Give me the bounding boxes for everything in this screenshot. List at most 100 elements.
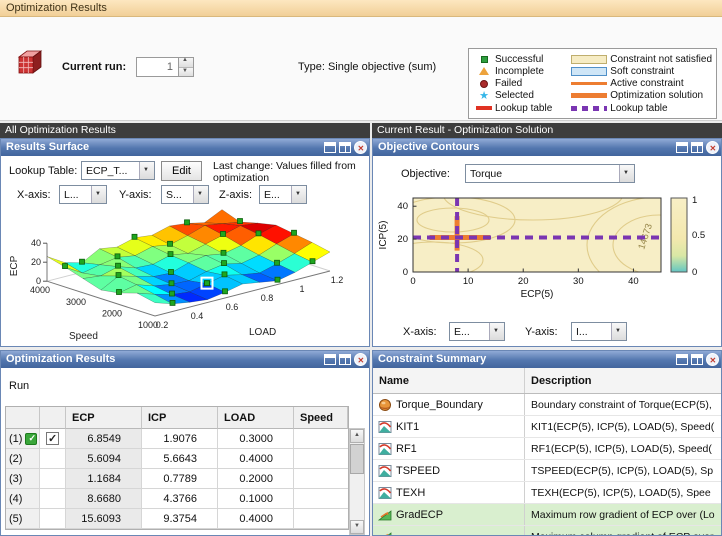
x-axis-label: X-axis: xyxy=(403,326,437,338)
svg-text:4000: 4000 xyxy=(30,285,50,295)
chevron-down-icon[interactable] xyxy=(193,186,208,203)
svg-text:40: 40 xyxy=(397,201,408,212)
edit-button[interactable]: Edit xyxy=(161,161,202,181)
row-id: (3) xyxy=(9,472,23,485)
x-axis-dropdown[interactable]: L... xyxy=(59,185,107,204)
spinner-down-button[interactable] xyxy=(179,67,193,76)
constraint-name: TEXH xyxy=(396,486,426,499)
legend-label: Selected xyxy=(495,90,534,102)
boundary-constraint-icon xyxy=(379,398,391,411)
spinner-up-button[interactable] xyxy=(179,57,193,68)
cell-icp: 1.9076 xyxy=(142,429,218,449)
constraint-row[interactable]: TEXH TEXH(ECP(5), ICP(5), LOAD(5), Spee xyxy=(373,482,721,504)
chevron-down-icon[interactable] xyxy=(291,186,306,203)
scroll-up-button[interactable] xyxy=(350,429,364,443)
panel-title: Optimization Results xyxy=(6,353,116,365)
split-view-icon[interactable] xyxy=(691,354,703,365)
cell-speed xyxy=(294,449,348,469)
contour-x-axis-dropdown[interactable]: E... xyxy=(449,322,505,341)
lookup-table-dashed-icon xyxy=(568,105,610,111)
contour-y-axis-dropdown[interactable]: I... xyxy=(571,322,627,341)
chevron-down-icon[interactable] xyxy=(91,186,106,203)
table-vertical-scrollbar[interactable] xyxy=(349,428,365,535)
svg-text:2000: 2000 xyxy=(102,308,122,318)
close-view-icon[interactable] xyxy=(354,353,367,366)
scroll-thumb[interactable] xyxy=(350,444,364,474)
legend-label: Incomplete xyxy=(495,65,544,77)
legend-label: Lookup table xyxy=(610,102,668,114)
constraint-row-partial[interactable]: Maximum column gradient of ECP over xyxy=(373,526,721,535)
y-axis-dropdown[interactable]: S... xyxy=(161,185,209,204)
last-change-text: Last change: Values filled from optimiza… xyxy=(213,160,356,184)
svg-text:LOAD: LOAD xyxy=(249,327,276,338)
cell-ecp: 15.6093 xyxy=(66,509,142,529)
constraint-table-header: Name Description xyxy=(373,368,721,394)
result-row[interactable]: (5) 15.6093 9.3754 0.4000 xyxy=(6,509,348,529)
constraint-row[interactable]: KIT1 KIT1(ECP(5), ICP(5), LOAD(5), Speed… xyxy=(373,416,721,438)
constraint-description: TEXH(ECP(5), ICP(5), LOAD(5), Spee xyxy=(531,487,711,499)
objective-dropdown[interactable]: Torque xyxy=(465,164,635,183)
toolbar: Current run: 1 Type: Single objective (s… xyxy=(0,17,722,121)
lookup-table-line-icon xyxy=(473,106,495,110)
close-view-icon[interactable] xyxy=(354,141,367,154)
result-row[interactable]: (1) 6.8549 1.9076 0.3000 xyxy=(6,429,348,449)
y-axis-label: Y-axis: xyxy=(525,326,558,338)
column-header-ecp: ECP xyxy=(66,407,142,429)
constraint-name: GradECP xyxy=(396,508,444,521)
maximize-view-icon[interactable] xyxy=(324,354,336,365)
constraint-row-selected[interactable]: GradECP Maximum row gradient of ECP over… xyxy=(373,504,721,526)
scroll-down-button[interactable] xyxy=(350,520,364,534)
window-title: Optimization Results xyxy=(6,2,107,14)
objective-contours-titlebar: Objective Contours xyxy=(373,139,721,156)
maximize-view-icon[interactable] xyxy=(676,354,688,365)
cell-load: 0.4000 xyxy=(218,449,294,469)
close-view-icon[interactable] xyxy=(706,141,719,154)
legend-label: Lookup table xyxy=(495,102,553,114)
svg-text:40: 40 xyxy=(628,276,639,287)
constraint-row[interactable]: RF1 RF1(ECP(5), ICP(5), LOAD(5), Speed( xyxy=(373,438,721,460)
chevron-down-icon[interactable] xyxy=(611,323,626,340)
svg-text:3000: 3000 xyxy=(66,297,86,307)
constraint-description: Boundary constraint of Torque(ECP(5), xyxy=(531,399,712,411)
cell-load: 0.2000 xyxy=(218,469,294,489)
objective-contour-plot[interactable]: 146730 10 20 30 4002040ECP(5)ICP(5)10.50 xyxy=(373,190,721,320)
row-id: (5) xyxy=(9,512,23,525)
model-constraint-icon xyxy=(378,420,392,433)
split-view-icon[interactable] xyxy=(339,142,351,153)
close-view-icon[interactable] xyxy=(706,353,719,366)
optimization-results-titlebar: Optimization Results xyxy=(1,351,369,368)
success-icon xyxy=(25,432,38,445)
constraint-description: Maximum row gradient of ECP over (Lo xyxy=(531,509,715,521)
z-axis-dropdown[interactable]: E... xyxy=(259,185,307,204)
result-row[interactable]: (4) 8.6680 4.3766 0.1000 xyxy=(6,489,348,509)
svg-text:0.4: 0.4 xyxy=(191,311,204,321)
cell-icp: 0.7789 xyxy=(142,469,218,489)
lookup-table-dropdown[interactable]: ECP_T... xyxy=(81,161,155,180)
panel-title: Objective Contours xyxy=(378,141,480,153)
split-view-icon[interactable] xyxy=(691,142,703,153)
window-titlebar[interactable]: Optimization Results xyxy=(0,0,722,17)
chevron-down-icon[interactable] xyxy=(139,162,154,179)
cell-icp: 5.6643 xyxy=(142,449,218,469)
accept-checkbox[interactable] xyxy=(46,432,59,445)
chevron-down-icon[interactable] xyxy=(619,165,634,182)
maximize-view-icon[interactable] xyxy=(324,142,336,153)
result-row[interactable]: (2) 5.6094 5.6643 0.4000 xyxy=(6,449,348,469)
constraint-row[interactable]: Torque_Boundary Boundary constraint of T… xyxy=(373,394,721,416)
legend-label: Optimization solution xyxy=(610,90,704,102)
chevron-down-icon[interactable] xyxy=(489,323,504,340)
results-surface-3d-plot[interactable]: 0204040003000200010000.20.40.60.811.2Spe… xyxy=(3,208,363,346)
svg-text:40: 40 xyxy=(31,238,41,248)
panel-title: Constraint Summary xyxy=(378,353,487,365)
maximize-view-icon[interactable] xyxy=(676,142,688,153)
constraint-row[interactable]: TSPEED TSPEED(ECP(5), ICP(5), LOAD(5), S… xyxy=(373,460,721,482)
model-constraint-icon xyxy=(378,464,392,477)
legend-label: Failed xyxy=(495,78,523,89)
svg-text:0.6: 0.6 xyxy=(226,302,239,312)
gradient-constraint-icon xyxy=(384,531,392,535)
optimization-type-text: Type: Single objective (sum) xyxy=(298,61,437,73)
split-view-icon[interactable] xyxy=(339,354,351,365)
current-run-spinner[interactable]: 1 xyxy=(136,57,194,77)
result-row[interactable]: (3) 1.1684 0.7789 0.2000 xyxy=(6,469,348,489)
svg-text:0.8: 0.8 xyxy=(261,293,274,303)
